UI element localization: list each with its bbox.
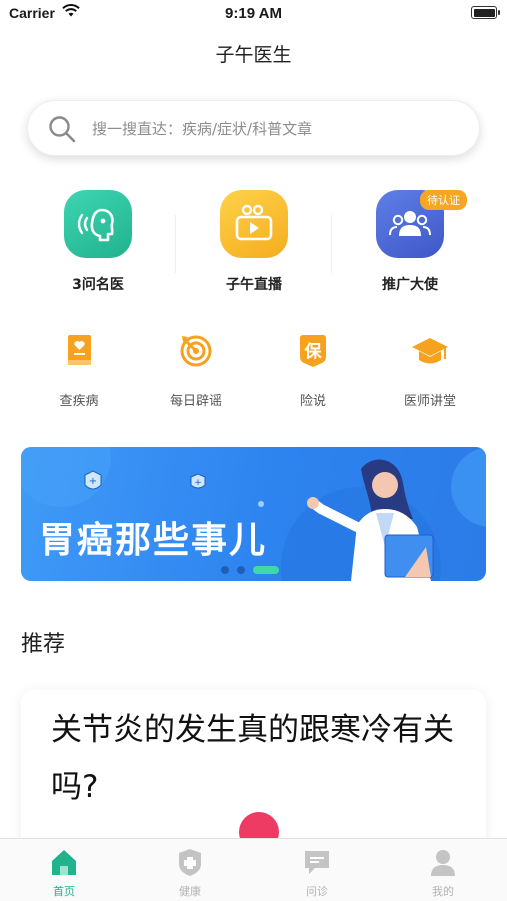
tab-label: 首页 <box>53 885 75 898</box>
status-badge: 待认证 <box>420 190 467 210</box>
chat-consult-icon <box>305 851 329 874</box>
tab-consult[interactable]: 问诊 <box>287 847 347 899</box>
book-heart-icon <box>68 335 91 365</box>
health-shield-icon <box>179 849 201 876</box>
feature-insurance[interactable]: 保 险说 <box>258 330 368 409</box>
feature-label: 医师讲堂 <box>403 394 456 409</box>
home-icon <box>52 850 76 875</box>
feature-label: 3问名医 <box>72 277 124 293</box>
search-bar[interactable]: 搜一搜直达：疾病/症状/科普文章 <box>27 100 480 156</box>
user-icon <box>431 850 455 876</box>
feature-check-disease[interactable]: 查疾病 <box>24 330 134 409</box>
tab-label: 我的 <box>432 885 454 898</box>
search-icon <box>49 116 76 143</box>
tab-mine[interactable]: 我的 <box>413 847 473 899</box>
group-people-icon: 待认证 <box>376 190 467 258</box>
feature-daily-rumor[interactable]: 每日辟谣 <box>141 330 251 409</box>
doctor-ask-icon <box>64 190 132 258</box>
tab-health[interactable]: 健康 <box>160 847 220 899</box>
divider <box>331 215 332 273</box>
article-title: 关节炎的发生真的跟寒冷有关吗? <box>51 712 454 805</box>
live-video-icon <box>220 190 288 258</box>
search-placeholder: 搜一搜直达：疾病/症状/科普文章 <box>92 120 313 138</box>
carousel-indicator[interactable] <box>221 559 287 578</box>
svg-text:+: + <box>194 478 202 488</box>
divider <box>175 215 176 273</box>
graduation-cap-icon <box>412 338 448 364</box>
status-time: 9:19 AM <box>225 5 282 22</box>
page-title: 子午医生 <box>215 44 292 66</box>
feature-label: 推广大使 <box>382 277 438 293</box>
feature-ask-doctor[interactable]: 3问名医 <box>28 190 168 294</box>
banner-title: 胃癌那些事儿 <box>39 520 268 561</box>
feature-label: 险说 <box>299 394 326 409</box>
carousel-dot[interactable] <box>221 566 229 574</box>
section-title: 推荐 <box>21 632 66 657</box>
promo-banner[interactable]: + + 胃癌那些事儿 <box>21 447 486 581</box>
tab-label: 问诊 <box>306 885 328 898</box>
feature-doctor-lecture[interactable]: 医师讲堂 <box>375 330 485 409</box>
status-bar: Carrier 9:19 AM <box>0 0 507 28</box>
insurance-icon: 保 <box>300 335 326 367</box>
carousel-dot-active[interactable] <box>253 566 279 574</box>
feature-ambassador[interactable]: 待认证 推广大使 <box>340 190 480 294</box>
target-icon <box>180 335 212 367</box>
feature-live[interactable]: 子午直播 <box>184 190 324 294</box>
svg-text:+: + <box>89 476 97 487</box>
tab-bar: 首页 健康 问诊 我的 <box>0 838 507 901</box>
battery-icon <box>471 6 500 19</box>
tab-label: 健康 <box>179 885 201 898</box>
tab-home[interactable]: 首页 <box>34 847 94 899</box>
carousel-dot[interactable] <box>237 566 245 574</box>
feature-label: 每日辟谣 <box>169 394 222 409</box>
feature-label: 子午直播 <box>226 277 282 293</box>
feature-label: 查疾病 <box>59 394 99 409</box>
svg-text:保: 保 <box>304 341 323 362</box>
